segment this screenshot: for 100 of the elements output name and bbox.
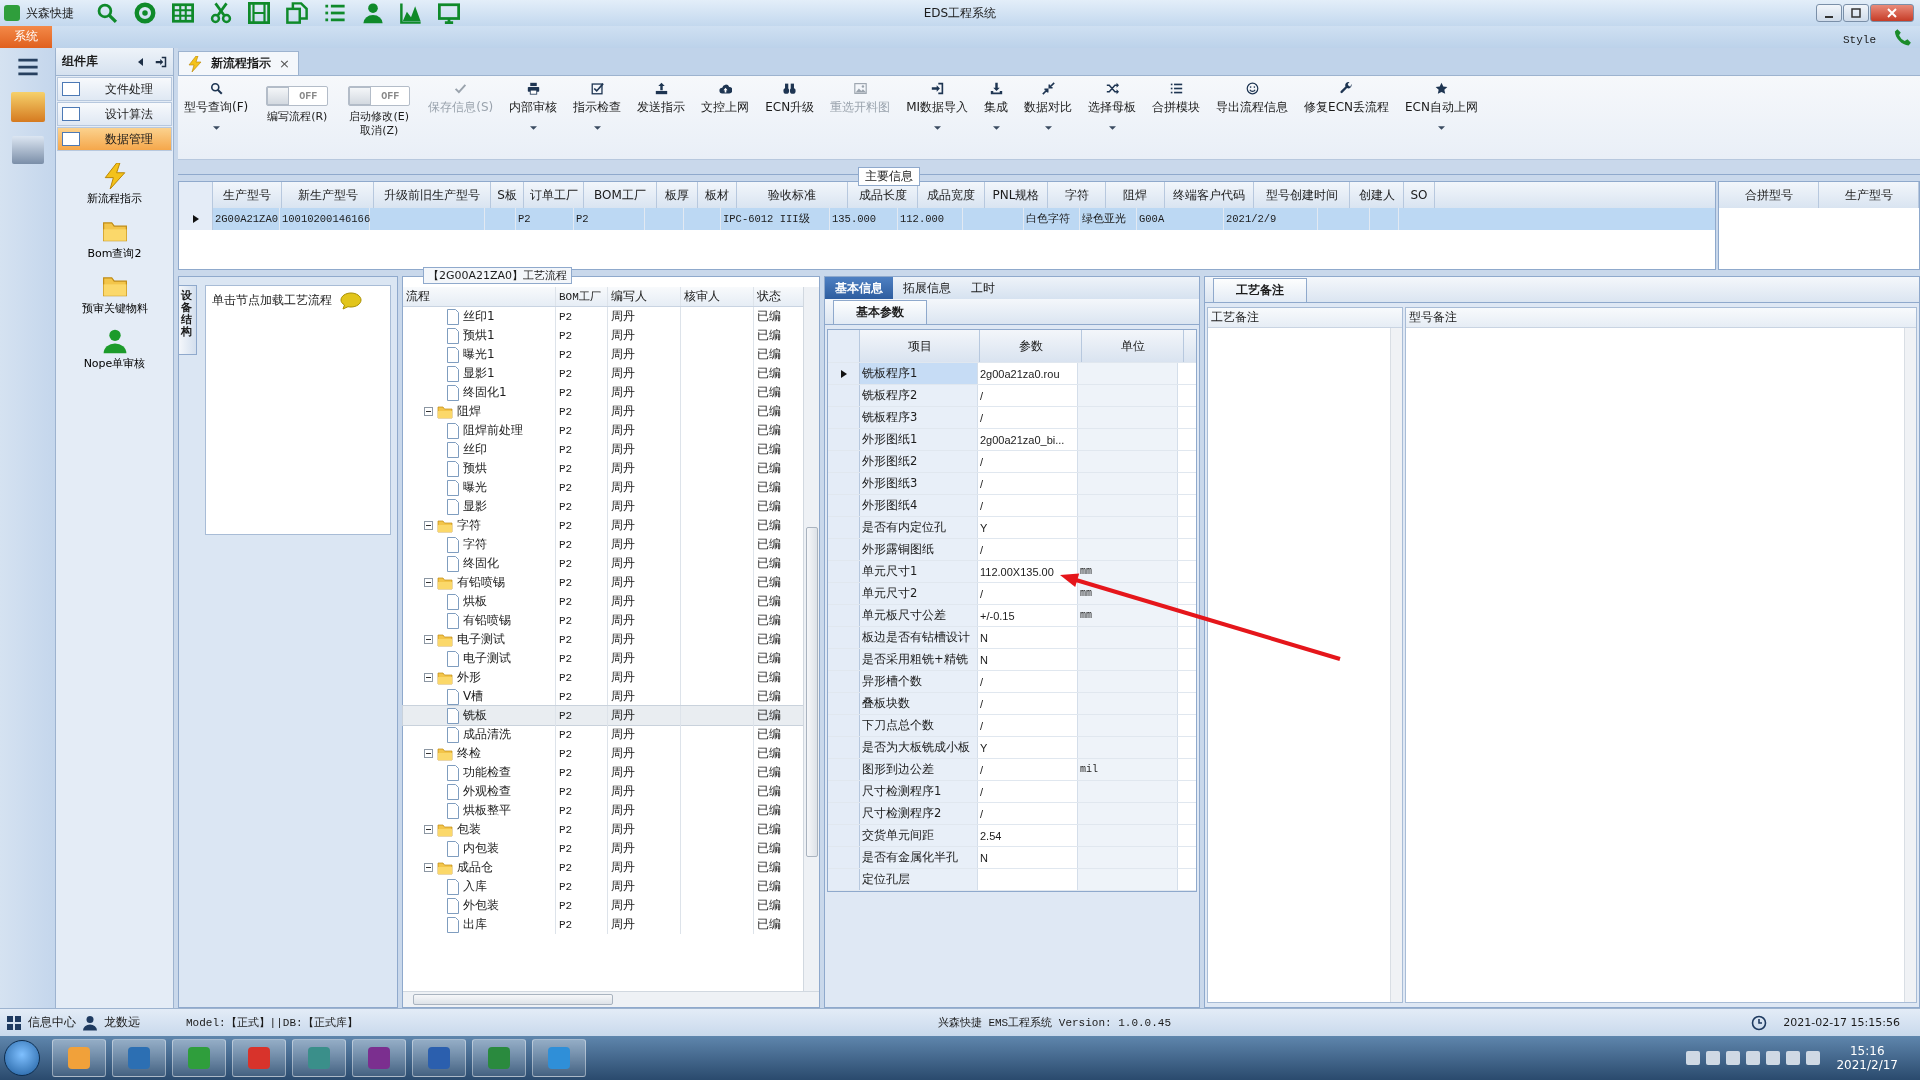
- tree-row[interactable]: 显影1 P2 周丹 已编: [403, 364, 803, 383]
- column-header[interactable]: 参数: [980, 330, 1082, 362]
- notes-field[interactable]: 型号备注: [1405, 307, 1917, 1003]
- tree-row[interactable]: 有铅喷锡 P2 周丹 已编: [403, 573, 803, 592]
- tree-row[interactable]: 预烘 P2 周丹 已编: [403, 459, 803, 478]
- taskbar-button[interactable]: [112, 1039, 166, 1077]
- tab[interactable]: 工时: [961, 277, 1005, 299]
- tree-row[interactable]: 外形 P2 周丹 已编: [403, 668, 803, 687]
- tree-row[interactable]: 内包装 P2 周丹 已编: [403, 839, 803, 858]
- close-icon[interactable]: ×: [279, 56, 290, 71]
- table-cell[interactable]: 下刀点总个数: [860, 715, 978, 736]
- tree-node-label[interactable]: 终固化1: [463, 384, 507, 401]
- tree-row[interactable]: 丝印1 P2 周丹 已编: [403, 307, 803, 326]
- toolbar-button[interactable]: 导出流程信息: [1212, 80, 1293, 118]
- collapse-icon[interactable]: [424, 635, 433, 644]
- tree-node-label[interactable]: 字符: [463, 536, 487, 553]
- style-menu[interactable]: Style: [1843, 34, 1876, 46]
- search-icon[interactable]: [96, 2, 118, 24]
- tree-row[interactable]: 电子测试 P2 周丹 已编: [403, 630, 803, 649]
- tree-node-label[interactable]: 预烘: [463, 460, 487, 477]
- tree-row[interactable]: 烘板整平 P2 周丹 已编: [403, 801, 803, 820]
- tray-icon[interactable]: [1706, 1051, 1721, 1065]
- sidebar-item[interactable]: 设计算法: [57, 102, 172, 126]
- tree-node-label[interactable]: 电子测试: [463, 650, 511, 667]
- table-cell[interactable]: 铣板程序3: [860, 407, 978, 428]
- close-button[interactable]: [1870, 4, 1914, 22]
- collapse-icon[interactable]: [424, 673, 433, 682]
- tree-node-label[interactable]: 曝光1: [463, 346, 495, 363]
- taskbar-button[interactable]: [412, 1039, 466, 1077]
- table-cell[interactable]: 外形露铜图纸: [860, 539, 978, 560]
- film-icon[interactable]: [248, 2, 270, 24]
- column-header[interactable]: 编写人: [608, 287, 681, 306]
- tree-node-label[interactable]: 出库: [463, 916, 487, 933]
- tree-node-label[interactable]: 有铅喷锡: [463, 612, 511, 629]
- table-cell[interactable]: 是否采用粗铣+精铣: [860, 649, 978, 670]
- toolbar-button[interactable]: 发送指示: [633, 80, 690, 118]
- tree-row[interactable]: 终检 P2 周丹 已编: [403, 744, 803, 763]
- taskbar-button[interactable]: [172, 1039, 226, 1077]
- table-cell[interactable]: 交货单元间距: [860, 825, 978, 846]
- tree-node-label[interactable]: 丝印1: [463, 308, 495, 325]
- tree-row[interactable]: 外包装 P2 周丹 已编: [403, 896, 803, 915]
- tree-row[interactable]: 阻焊前处理 P2 周丹 已编: [403, 421, 803, 440]
- tool-button[interactable]: Bom查询2: [87, 218, 142, 261]
- tray-icon[interactable]: [1766, 1051, 1781, 1065]
- tree-node-label[interactable]: 阻焊前处理: [463, 422, 523, 439]
- collapse-icon[interactable]: [424, 407, 433, 416]
- start-button[interactable]: [4, 1040, 40, 1076]
- column-header[interactable]: 合拼型号: [1719, 182, 1819, 208]
- column-header[interactable]: 核审人: [681, 287, 754, 306]
- tool-button[interactable]: 预审关键物料: [81, 273, 148, 316]
- tree-row[interactable]: 成品清洗 P2 周丹 已编: [403, 725, 803, 744]
- sidebar-item[interactable]: 数据管理: [57, 127, 172, 151]
- toolbar-button[interactable]: 合拼模块: [1148, 80, 1205, 118]
- tree-row[interactable]: 终固化1 P2 周丹 已编: [403, 383, 803, 402]
- scrollbar[interactable]: [803, 287, 819, 991]
- tree-node-label[interactable]: 显影: [463, 498, 487, 515]
- tree-node-label[interactable]: 成品清洗: [463, 726, 511, 743]
- toolbar-button[interactable]: ECN自动上网: [1401, 80, 1482, 132]
- taskbar-button[interactable]: [352, 1039, 406, 1077]
- row-header[interactable]: [828, 363, 860, 384]
- table-cell[interactable]: 定位孔层: [860, 869, 978, 890]
- column-header[interactable]: 生产型号: [1819, 182, 1919, 208]
- tree-row[interactable]: 铣板 P2 周丹 已编: [403, 706, 803, 725]
- tab[interactable]: 基本信息: [825, 277, 893, 299]
- table-cell[interactable]: 外形图纸3: [860, 473, 978, 494]
- toggle-switch[interactable]: OFF: [266, 86, 329, 106]
- taskbar-button[interactable]: [532, 1039, 586, 1077]
- chart-icon[interactable]: [400, 2, 422, 24]
- caret-icon[interactable]: [529, 126, 537, 130]
- collapse-icon[interactable]: [424, 521, 433, 530]
- toggle-switch[interactable]: OFF: [348, 86, 411, 106]
- table-cell[interactable]: 是否为大板铣成小板: [860, 737, 978, 758]
- tree-node-label[interactable]: V槽: [463, 688, 484, 705]
- table-cell[interactable]: 外形图纸2: [860, 451, 978, 472]
- scrollbar[interactable]: [1390, 328, 1402, 1002]
- tree-node-label[interactable]: 烘板: [463, 593, 487, 610]
- tree-row[interactable]: 字符 P2 周丹 已编: [403, 516, 803, 535]
- table-cell[interactable]: 铣板程序1: [860, 363, 978, 384]
- tool-button[interactable]: 新流程指示: [87, 163, 142, 206]
- table-cell[interactable]: 是否有内定位孔: [860, 517, 978, 538]
- sign-in-icon[interactable]: [155, 55, 167, 68]
- taskbar-button[interactable]: [52, 1039, 106, 1077]
- tree-node-label[interactable]: 终固化: [463, 555, 499, 572]
- collapse-icon[interactable]: [424, 863, 433, 872]
- tree-node-label[interactable]: 成品仓: [457, 859, 493, 876]
- tree-row[interactable]: 有铅喷锡 P2 周丹 已编: [403, 611, 803, 630]
- tree-node-label[interactable]: 丝印: [463, 441, 487, 458]
- tree-row[interactable]: 外观检查 P2 周丹 已编: [403, 782, 803, 801]
- taskbar-button[interactable]: [292, 1039, 346, 1077]
- tree-node-label[interactable]: 阻焊: [457, 403, 481, 420]
- table-cell[interactable]: 是否有金属化半孔: [860, 847, 978, 868]
- collapse-icon[interactable]: [424, 578, 433, 587]
- toolbar-button[interactable]: 修复ECN丢流程: [1300, 80, 1394, 118]
- column-header[interactable]: BOM工厂: [556, 287, 608, 306]
- table-cell[interactable]: 叠板块数: [860, 693, 978, 714]
- copy-icon[interactable]: [286, 2, 308, 24]
- toolbar-button[interactable]: 内部审核: [505, 80, 562, 132]
- sidebar-item[interactable]: 文件处理: [57, 77, 172, 101]
- tree-node-label[interactable]: 功能检查: [463, 764, 511, 781]
- tree-row[interactable]: 烘板 P2 周丹 已编: [403, 592, 803, 611]
